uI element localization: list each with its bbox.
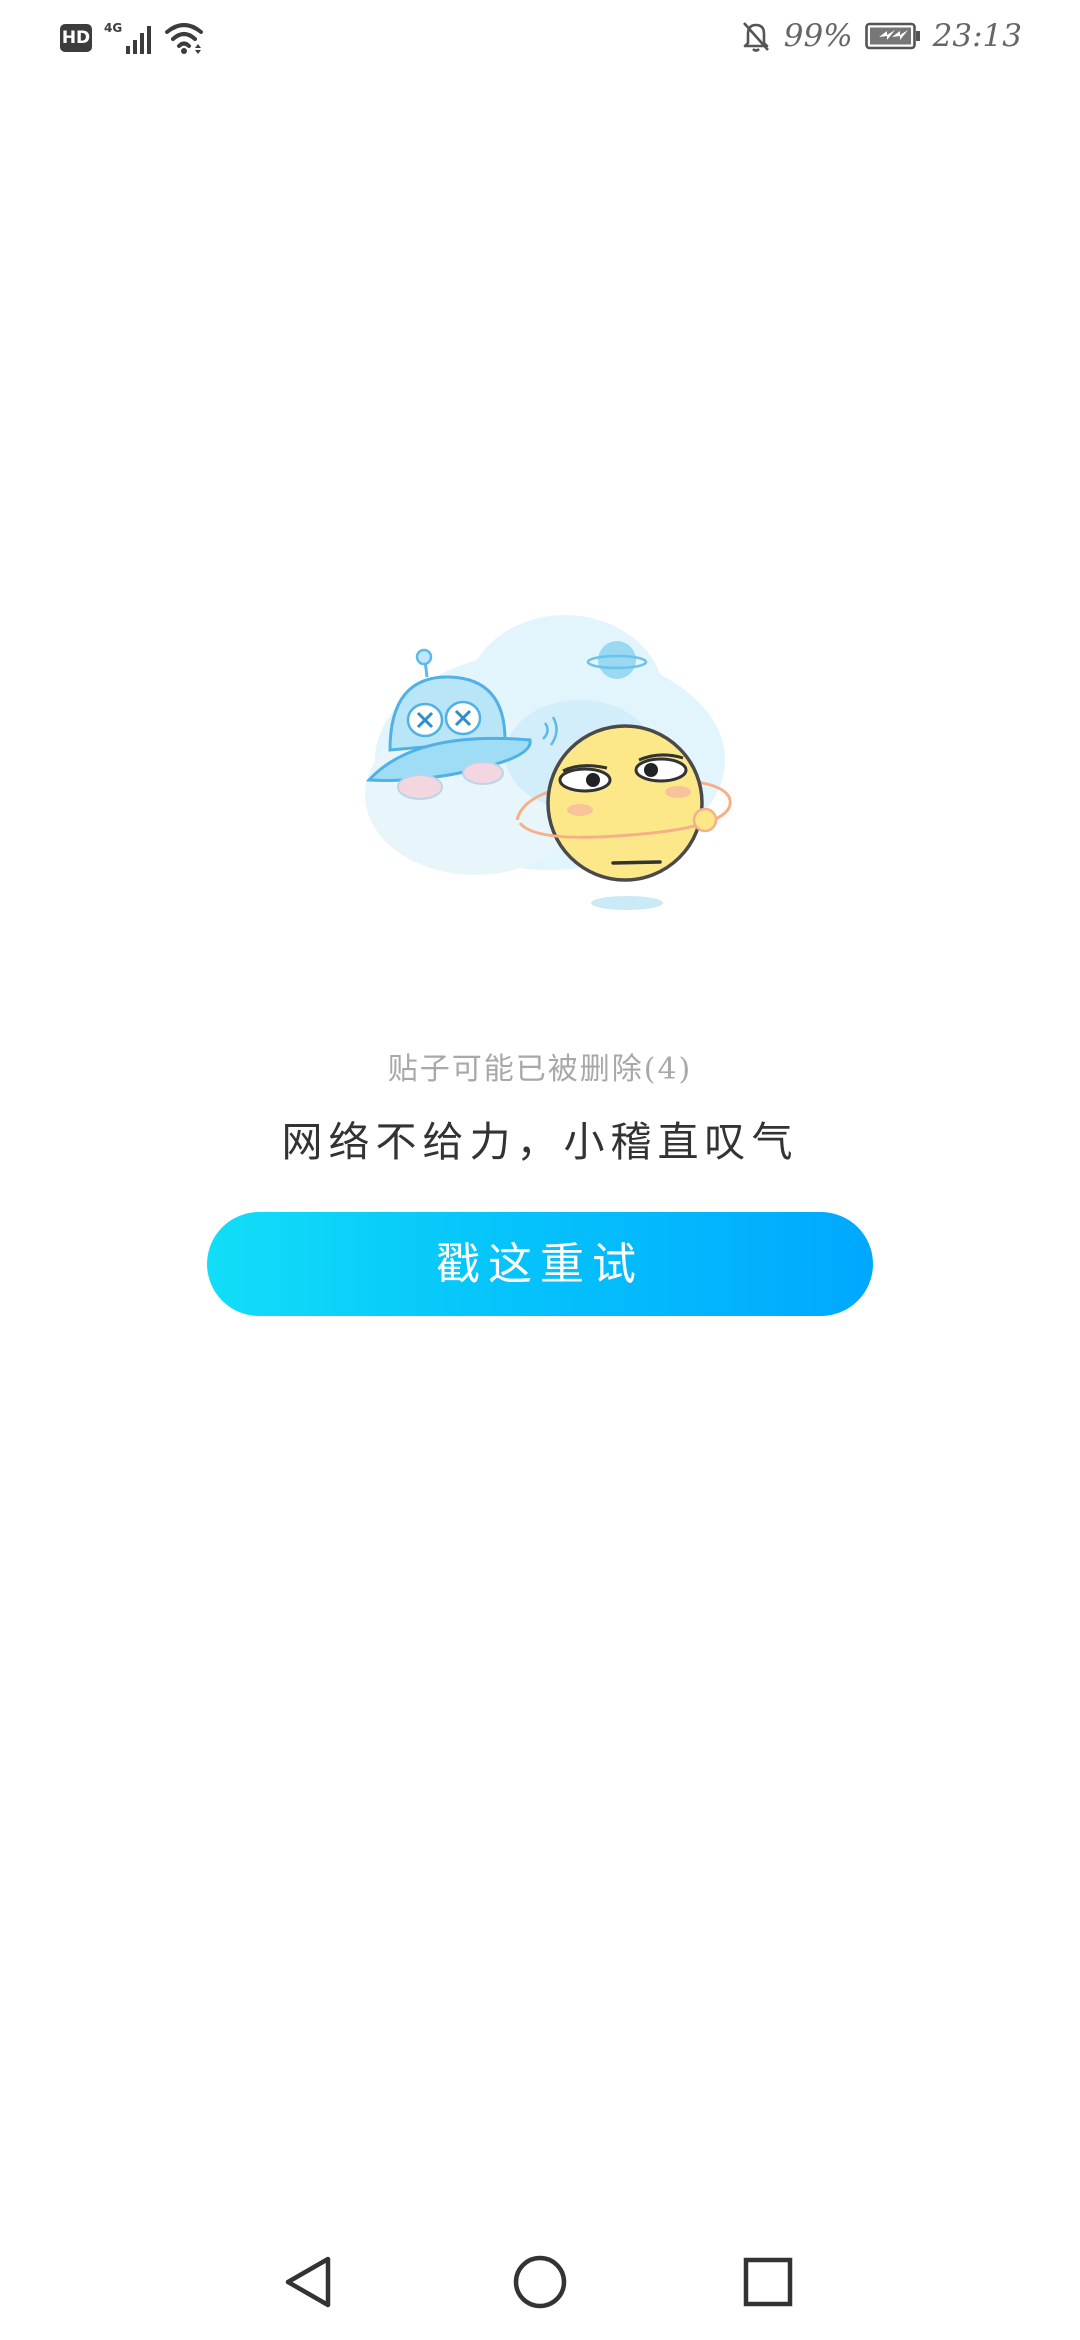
battery-percent: 99% [783, 18, 853, 54]
status-bar-left: HD 4G [60, 18, 204, 58]
error-sub-message: 贴子可能已被删除(4) [387, 1052, 693, 1087]
navigation-bar [0, 2230, 1080, 2330]
home-icon[interactable] [510, 2252, 570, 2312]
face-emoji-icon [546, 724, 704, 882]
screen: HD 4G 99% 23:13 贴子可能已被删除(4) 网络不给力，小稽直叹气 … [0, 0, 1080, 2340]
error-main-message: 网络不给力，小稽直叹气 [281, 1118, 799, 1166]
back-icon[interactable] [280, 2252, 340, 2312]
hd-icon: HD [60, 24, 92, 52]
recent-apps-icon[interactable] [738, 2252, 798, 2312]
battery-charging-icon [864, 22, 920, 50]
status-bar-right: 99% 23:13 [740, 14, 1022, 58]
signal-icon: 4G [104, 21, 151, 54]
bell-off-icon [742, 22, 769, 52]
wifi-icon [165, 23, 203, 54]
network-type-label: 4G [104, 21, 122, 35]
clock: 23:13 [932, 18, 1022, 54]
retry-button[interactable]: 戳这重试 [207, 1212, 873, 1316]
status-bar: HD 4G 99% 23:13 [0, 0, 1080, 80]
error-illustration [365, 615, 732, 910]
face-shadow [591, 896, 663, 910]
